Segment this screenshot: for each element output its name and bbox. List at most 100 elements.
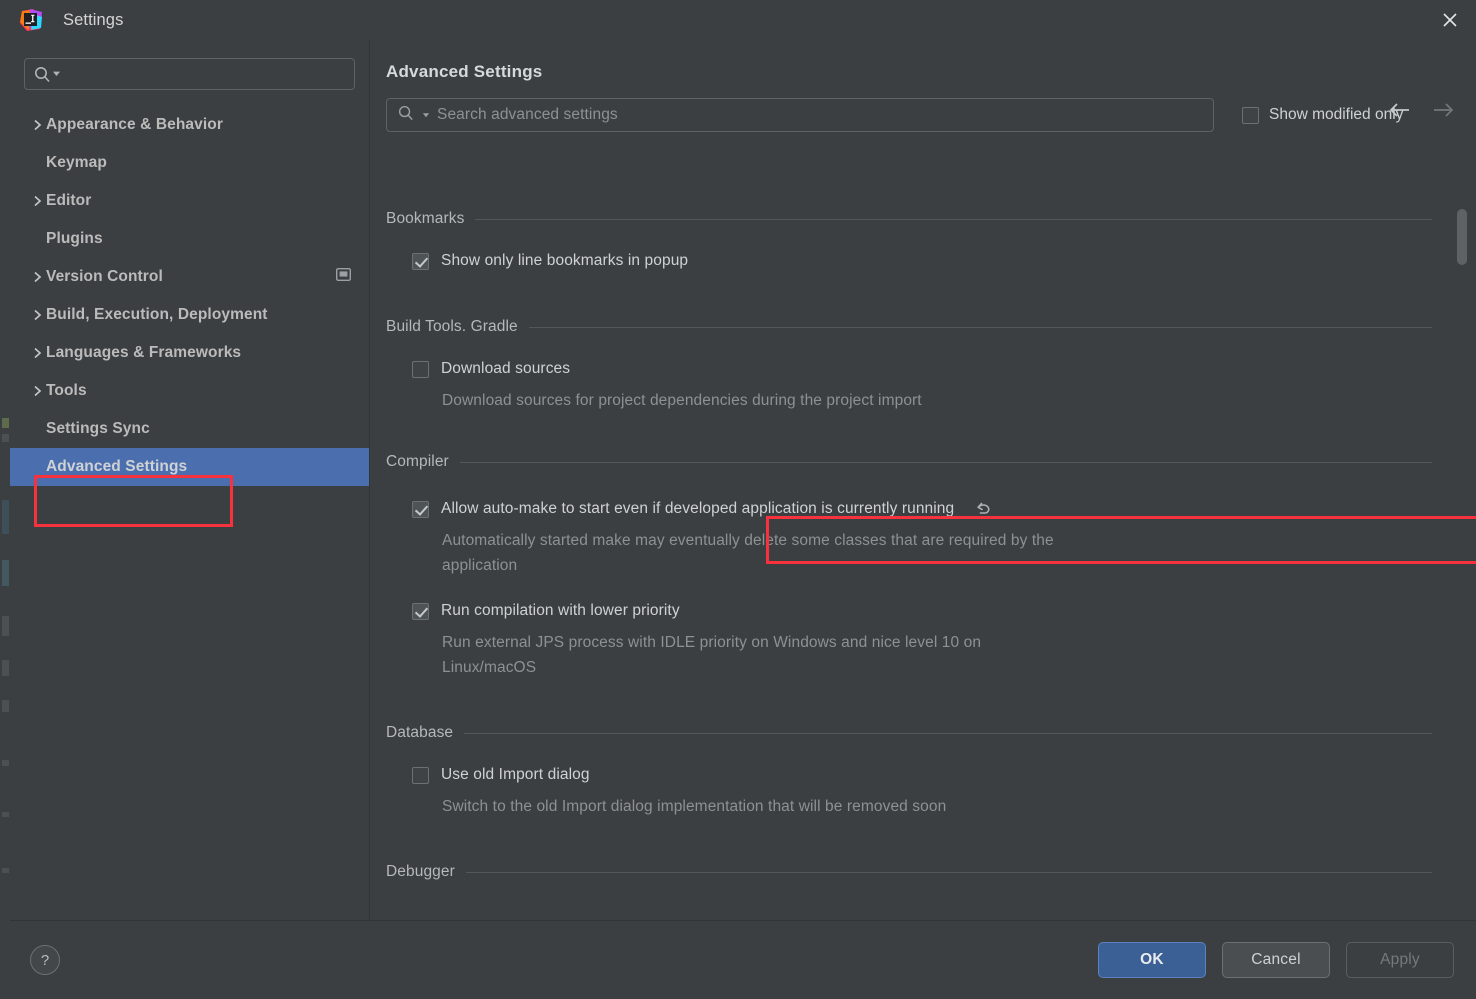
sidebar-item-label: Tools xyxy=(46,382,87,399)
option-label: Download sources xyxy=(441,360,571,377)
show-modified-only-checkbox[interactable]: Show modified only xyxy=(1242,106,1403,124)
sidebar-item-label: Keymap xyxy=(46,154,107,171)
group-divider xyxy=(464,732,1432,734)
sidebar-item-label: Settings Sync xyxy=(46,420,150,437)
dialog-titlebar: Settings xyxy=(10,0,1476,40)
window-title: Settings xyxy=(63,10,124,29)
checkbox-box xyxy=(412,360,429,378)
close-icon[interactable] xyxy=(1424,0,1476,40)
arrow-right-icon[interactable] xyxy=(1432,102,1454,123)
sidebar-item-settings-sync[interactable]: Settings Sync xyxy=(10,410,369,448)
chevron-right-icon[interactable] xyxy=(28,195,46,207)
settings-group-database: Database Use old Import dialog Switch to… xyxy=(386,722,1432,819)
sidebar-item-version-control[interactable]: Version Control xyxy=(10,258,369,296)
sidebar-item-editor[interactable]: Editor xyxy=(10,182,369,220)
sidebar-item-label: Plugins xyxy=(46,230,103,247)
backdrop-fleck xyxy=(2,812,9,817)
group-title: Bookmarks xyxy=(386,210,465,227)
settings-group-build-tools-gradle: Build Tools. Gradle Download sources Dow… xyxy=(386,316,1432,413)
chevron-right-icon[interactable] xyxy=(28,309,46,321)
navigation-arrows xyxy=(1389,102,1454,123)
checkbox-box xyxy=(412,766,429,784)
option-run-compilation-lower-priority[interactable]: Run compilation with lower priority xyxy=(386,596,1432,626)
sidebar-item-advanced-settings[interactable]: Advanced Settings xyxy=(10,448,369,486)
footer-button-group: OK Cancel Apply xyxy=(1098,942,1454,978)
advanced-search-placeholder: Search advanced settings xyxy=(437,106,618,123)
backdrop-fleck xyxy=(2,660,9,676)
sidebar-item-label: Version Control xyxy=(46,268,163,285)
group-title: Database xyxy=(386,724,454,741)
group-divider xyxy=(459,461,1432,463)
chevron-right-icon[interactable] xyxy=(28,347,46,359)
advanced-search-input[interactable]: Search advanced settings xyxy=(386,98,1214,132)
settings-tree: Appearance & Behavior Keymap Editor Plug… xyxy=(10,106,369,486)
settings-group-compiler: Compiler Allow auto-make to start even i… xyxy=(386,451,1432,680)
option-download-sources[interactable]: Download sources xyxy=(386,354,1432,384)
search-dropdown-chevron-down-icon[interactable] xyxy=(422,106,430,124)
group-title: Build Tools. Gradle xyxy=(386,318,518,335)
checkbox-box xyxy=(412,602,429,620)
settings-group-debugger: Debugger xyxy=(386,861,1432,883)
group-divider xyxy=(528,326,1432,328)
settings-content-panel: Advanced Settings Search advanced settin… xyxy=(370,40,1476,920)
checkbox-box xyxy=(412,500,429,518)
intellij-idea-logo-icon xyxy=(19,8,43,32)
content-scrollbar[interactable] xyxy=(1457,205,1467,914)
arrow-left-icon[interactable] xyxy=(1389,102,1411,123)
option-description: Run external JPS process with IDLE prior… xyxy=(442,634,982,676)
sidebar-search-input[interactable] xyxy=(24,58,355,90)
group-header: Bookmarks xyxy=(386,208,1432,230)
backdrop-fleck xyxy=(2,500,9,534)
sidebar-item-keymap[interactable]: Keymap xyxy=(10,144,369,182)
ok-button[interactable]: OK xyxy=(1098,942,1206,978)
backdrop-fleck xyxy=(2,760,9,766)
settings-sidebar: Appearance & Behavior Keymap Editor Plug… xyxy=(10,40,370,920)
backdrop-fleck xyxy=(2,560,9,586)
option-label: Run compilation with lower priority xyxy=(441,602,680,619)
help-button[interactable]: ? xyxy=(30,945,60,975)
checkbox-box xyxy=(1242,106,1259,124)
option-description: Download sources for project dependencie… xyxy=(442,392,922,409)
group-header: Database xyxy=(386,722,1432,744)
page-title: Advanced Settings xyxy=(386,62,543,81)
backdrop-fleck xyxy=(2,418,9,428)
chevron-right-icon[interactable] xyxy=(28,119,46,131)
settings-group-bookmarks: Bookmarks Show only line bookmarks in po… xyxy=(386,208,1432,276)
option-use-old-import-dialog[interactable]: Use old Import dialog xyxy=(386,760,1432,790)
sidebar-item-build-execution-deployment[interactable]: Build, Execution, Deployment xyxy=(10,296,369,334)
sidebar-item-appearance-behavior[interactable]: Appearance & Behavior xyxy=(10,106,369,144)
group-header: Compiler xyxy=(386,451,1432,473)
revert-icon[interactable] xyxy=(974,500,993,518)
backdrop-fleck xyxy=(2,868,9,873)
checkbox-box xyxy=(412,252,429,270)
group-title: Debugger xyxy=(386,863,455,880)
search-dropdown-chevron-down-icon[interactable] xyxy=(52,65,61,83)
sidebar-item-tools[interactable]: Tools xyxy=(10,372,369,410)
project-scope-icon xyxy=(335,267,352,286)
chevron-right-icon[interactable] xyxy=(28,385,46,397)
settings-dialog: Settings Appearance & Behavior Keymap Ed… xyxy=(10,0,1476,999)
sidebar-item-label: Advanced Settings xyxy=(46,458,188,475)
option-allow-auto-make[interactable]: Allow auto-make to start even if develop… xyxy=(386,494,1432,524)
cancel-button[interactable]: Cancel xyxy=(1222,942,1330,978)
backdrop-fleck xyxy=(2,434,9,442)
advanced-search-row: Search advanced settings Show modified o… xyxy=(370,82,1476,132)
backdrop-fleck xyxy=(2,616,9,636)
backdrop-fleck xyxy=(2,700,9,712)
scrollbar-thumb[interactable] xyxy=(1457,209,1467,265)
advanced-settings-list: Bookmarks Show only line bookmarks in po… xyxy=(370,200,1476,920)
dialog-footer: ? OK Cancel Apply xyxy=(10,920,1476,999)
group-title: Compiler xyxy=(386,453,449,470)
group-divider xyxy=(465,871,1432,873)
content-header: Advanced Settings xyxy=(370,40,1476,82)
sidebar-item-plugins[interactable]: Plugins xyxy=(10,220,369,258)
option-label: Use old Import dialog xyxy=(441,766,590,783)
group-divider xyxy=(475,218,1432,220)
option-show-only-line-bookmarks[interactable]: Show only line bookmarks in popup xyxy=(386,246,1432,276)
sidebar-item-label: Editor xyxy=(46,192,92,209)
option-description: Switch to the old Import dialog implemen… xyxy=(442,798,947,815)
dialog-body: Appearance & Behavior Keymap Editor Plug… xyxy=(10,40,1476,920)
option-label: Allow auto-make to start even if develop… xyxy=(441,500,955,517)
chevron-right-icon[interactable] xyxy=(28,271,46,283)
sidebar-item-languages-frameworks[interactable]: Languages & Frameworks xyxy=(10,334,369,372)
